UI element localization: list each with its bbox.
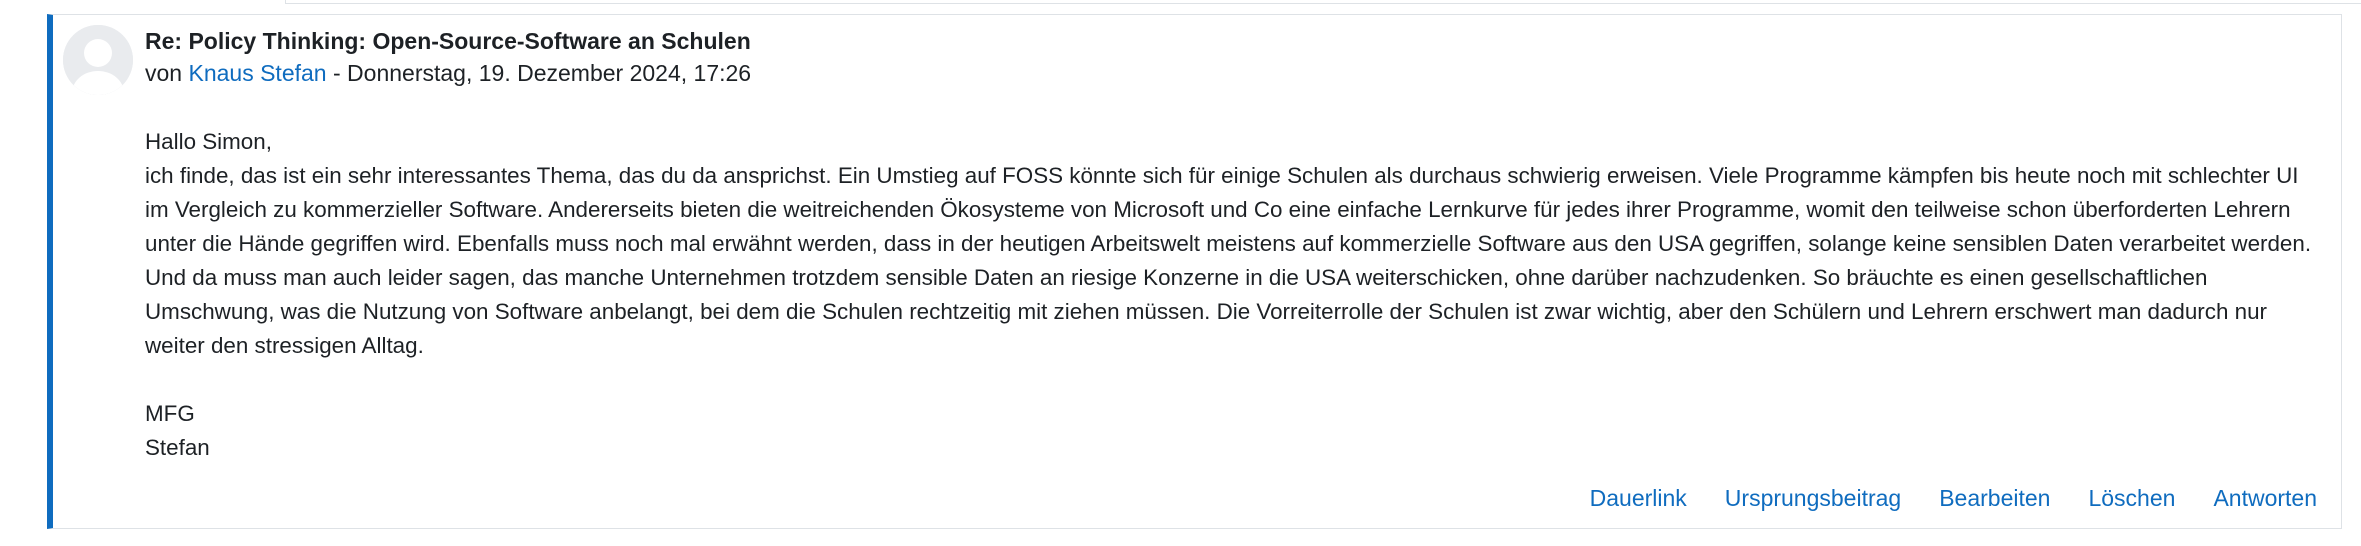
post-signature: Stefan <box>145 435 210 460</box>
post-body-text: ich finde, das ist ein sehr interessante… <box>145 163 2312 358</box>
permalink-link[interactable]: Dauerlink <box>1590 482 1687 514</box>
post-byline: von Knaus Stefan - Donnerstag, 19. Dezem… <box>145 57 2321 89</box>
byline-separator: - <box>326 60 348 86</box>
user-avatar-icon <box>63 25 133 95</box>
post-header: Re: Policy Thinking: Open-Source-Softwar… <box>145 25 2321 89</box>
post-subject: Re: Policy Thinking: Open-Source-Softwar… <box>145 28 751 54</box>
previous-post-border <box>285 0 2361 4</box>
post-greeting: Hallo Simon, <box>145 129 272 154</box>
byline-prefix: von <box>145 60 189 86</box>
edit-link[interactable]: Bearbeiten <box>1939 482 2050 514</box>
reply-link[interactable]: Antworten <box>2213 482 2317 514</box>
post-paragraph-signoff: MFG Stefan <box>145 397 2321 465</box>
avatar[interactable] <box>63 25 133 95</box>
post-content: Hallo Simon, ich finde, das ist ein sehr… <box>145 125 2321 465</box>
parent-post-link[interactable]: Ursprungsbeitrag <box>1725 482 1901 514</box>
author-link[interactable]: Knaus Stefan <box>188 60 326 86</box>
post-signoff: MFG <box>145 401 195 426</box>
post-date: Donnerstag, 19. Dezember 2024, 17:26 <box>347 60 752 86</box>
post-actions: Dauerlink Ursprungsbeitrag Bearbeiten Lö… <box>1590 482 2317 514</box>
post-paragraph-main: Hallo Simon, ich finde, das ist ein sehr… <box>145 125 2321 363</box>
delete-link[interactable]: Löschen <box>2088 482 2175 514</box>
forum-post: Re: Policy Thinking: Open-Source-Softwar… <box>47 14 2342 529</box>
